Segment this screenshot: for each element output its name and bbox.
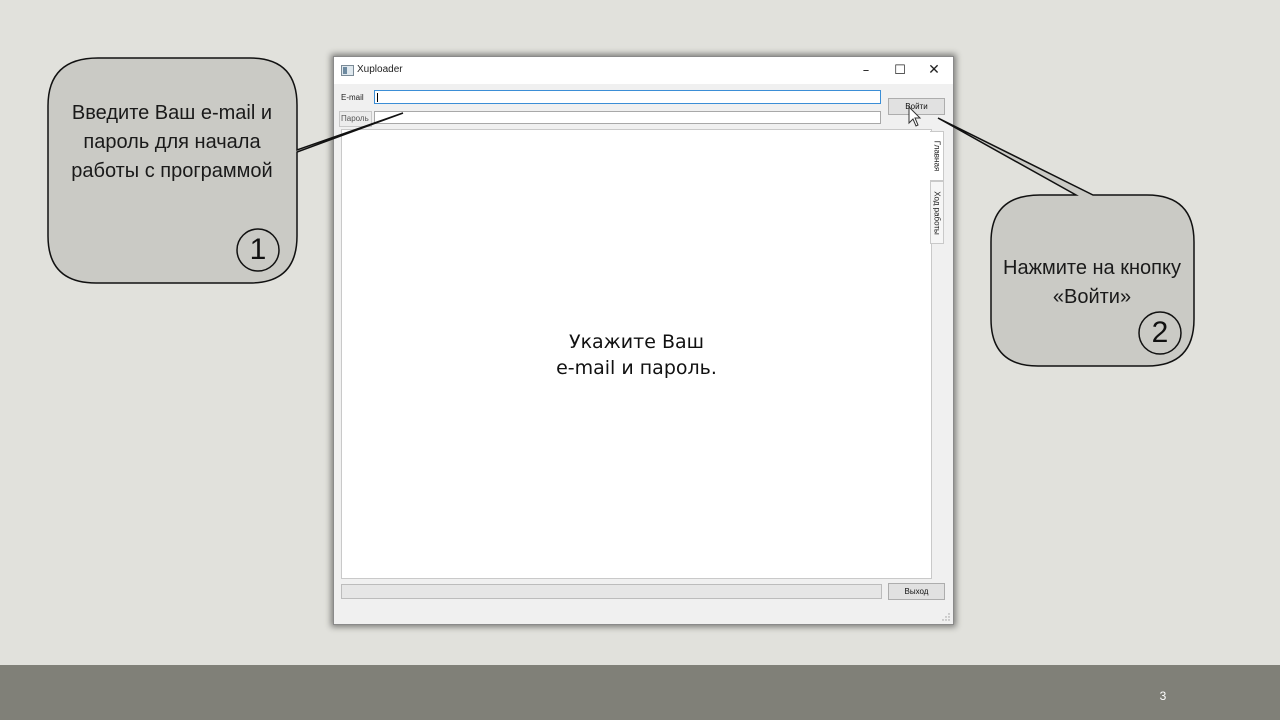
callout-2-text: Нажмите на кнопку «Войти» bbox=[1003, 257, 1181, 308]
callout-1-number: 1 bbox=[249, 233, 267, 266]
callout-2-number: 2 bbox=[1151, 316, 1169, 349]
callout-1-text: Введите Ваш e-mail и пароль для начала р… bbox=[71, 102, 273, 182]
